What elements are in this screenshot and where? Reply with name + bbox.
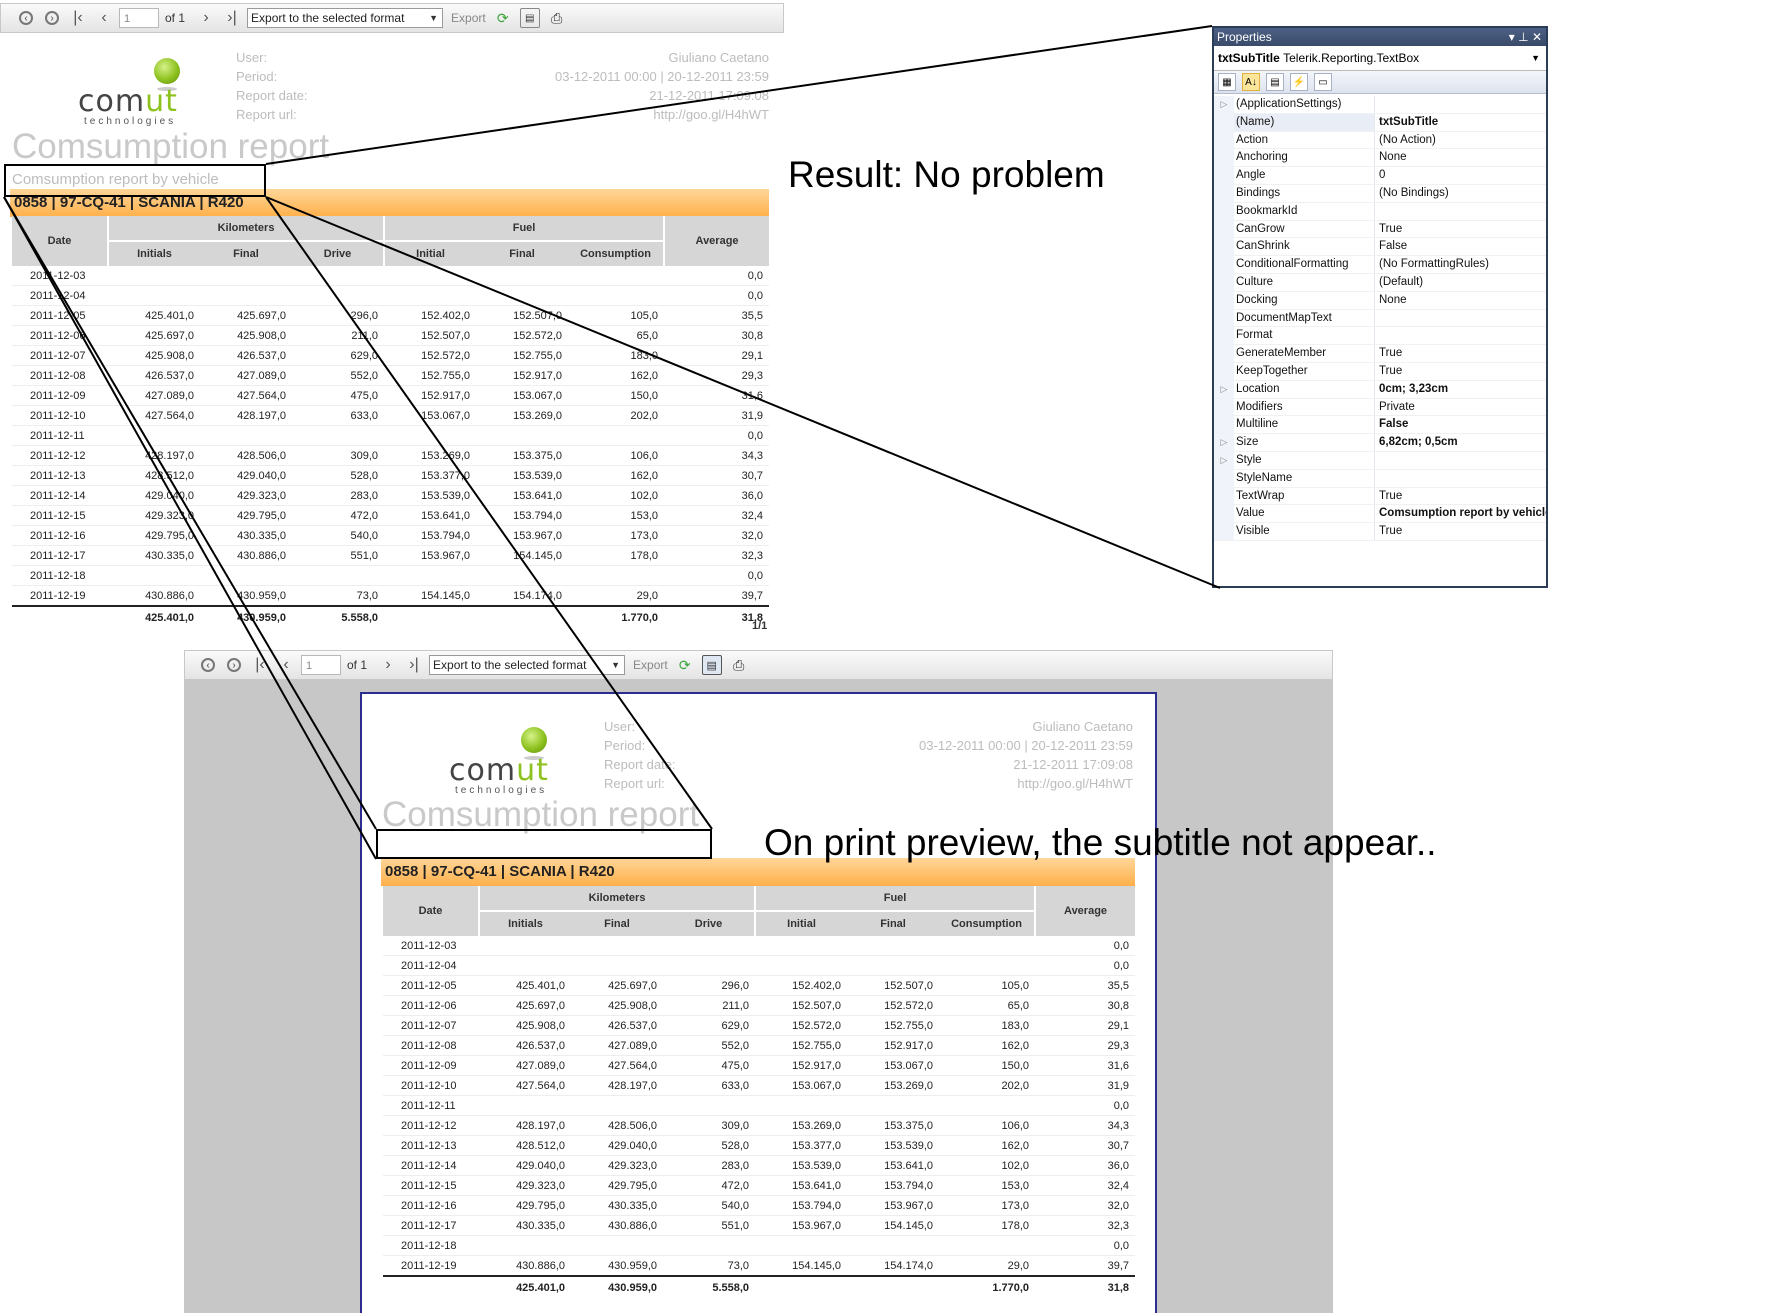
connector-line xyxy=(3,196,377,830)
connector-line xyxy=(265,25,1213,165)
connector-line xyxy=(3,196,377,860)
annotation-lines xyxy=(3,25,1221,860)
connector-line xyxy=(265,196,1221,589)
connector-line xyxy=(265,196,713,830)
